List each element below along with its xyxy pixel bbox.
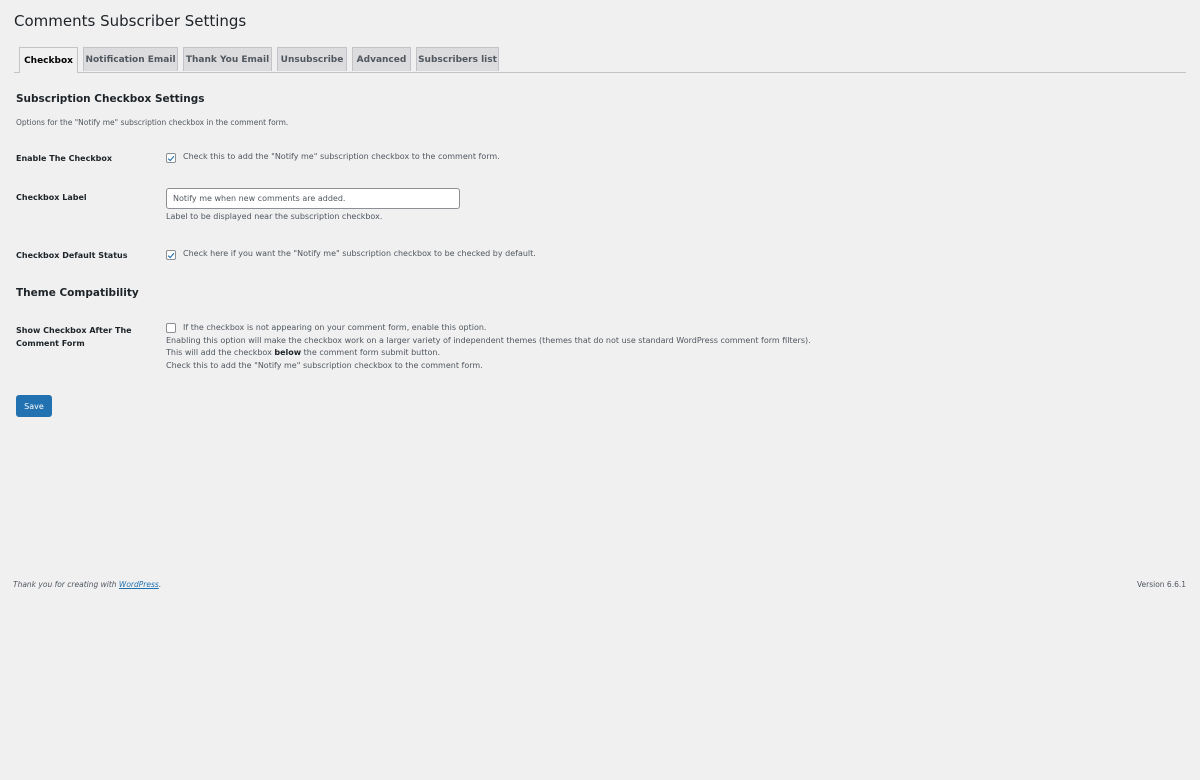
- enable-checkbox[interactable]: [166, 153, 176, 163]
- default-status-text: Check here if you want the "Notify me" s…: [183, 249, 536, 258]
- compat-line-3-pre: This will add the checkbox: [166, 348, 275, 357]
- show-after-form-label: Show Checkbox After The Comment Form: [16, 326, 132, 348]
- section-description: Options for the "Notify me" subscription…: [16, 118, 289, 127]
- checkmark-icon: [167, 252, 175, 258]
- tab-notification-email[interactable]: Notification Email: [83, 47, 178, 71]
- tab-subscribers-list[interactable]: Subscribers list: [416, 47, 499, 71]
- compat-line-4: Check this to add the "Notify me" subscr…: [166, 360, 483, 370]
- enable-checkbox-label: Enable The Checkbox: [16, 154, 113, 163]
- footer-thanks-suffix: .: [158, 580, 162, 589]
- show-after-form-description: If the checkbox is not appearing on your…: [166, 322, 811, 372]
- tab-advanced[interactable]: Advanced: [352, 47, 411, 71]
- checkmark-icon: [167, 155, 175, 161]
- settings-page: Comments Subscriber Settings Checkbox No…: [0, 0, 1200, 780]
- compat-line-3-bold: below: [274, 348, 302, 357]
- enable-checkbox-text: Check this to add the "Notify me" subscr…: [183, 152, 500, 161]
- section-heading-theme-compatibility: Theme Compatibility: [16, 287, 139, 299]
- save-button[interactable]: Save: [16, 395, 52, 417]
- checkbox-label-input[interactable]: [166, 188, 460, 209]
- default-status-label: Checkbox Default Status: [16, 251, 128, 260]
- tab-unsubscribe[interactable]: Unsubscribe: [277, 47, 347, 71]
- footer-version: Version 6.6.1: [1136, 580, 1186, 589]
- tab-checkbox[interactable]: Checkbox: [19, 47, 78, 73]
- compat-line-3-post: the comment form submit button.: [301, 348, 441, 357]
- compat-line-2: Enabling this option will make the check…: [166, 335, 811, 345]
- wordpress-link[interactable]: WordPress: [119, 580, 159, 589]
- section-heading-checkbox-settings: Subscription Checkbox Settings: [16, 93, 205, 105]
- checkbox-label-help: Label to be displayed near the subscript…: [166, 212, 383, 221]
- footer-thanks: Thank you for creating with WordPress.: [13, 580, 161, 589]
- page-title: Comments Subscriber Settings: [14, 12, 247, 30]
- compat-line-3: This will add the checkbox below the com…: [166, 347, 811, 360]
- settings-tabs: Checkbox Notification Email Thank You Em…: [14, 47, 1186, 73]
- footer-thanks-prefix: Thank you for creating with: [13, 580, 119, 589]
- compat-line-1: If the checkbox is not appearing on your…: [183, 323, 487, 332]
- default-status-checkbox[interactable]: [166, 250, 176, 260]
- checkbox-label-field-label: Checkbox Label: [16, 193, 87, 202]
- tab-thank-you-email[interactable]: Thank You Email: [183, 47, 272, 71]
